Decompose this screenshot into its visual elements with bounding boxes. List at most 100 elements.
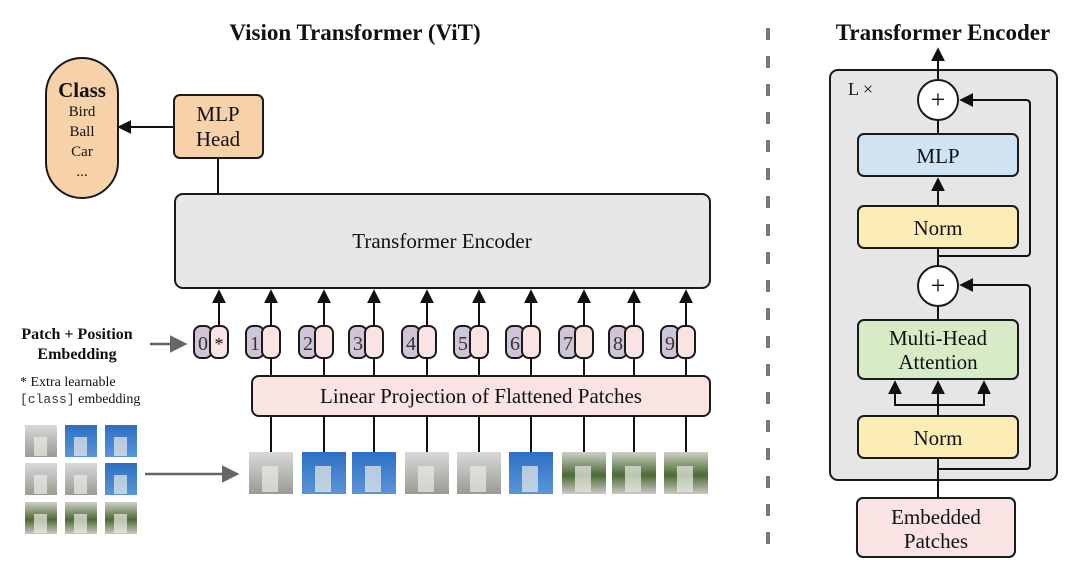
- mlp-head-line2: Head: [196, 127, 241, 151]
- token-pair: 5: [453, 289, 489, 376]
- grid-patch-detail: [74, 437, 87, 456]
- patch-embedding: [521, 325, 541, 359]
- norm-block-top: Norm: [857, 205, 1019, 249]
- patch-detail: [365, 466, 381, 492]
- image-patch-grid: [25, 425, 137, 534]
- grid-patch-detail: [114, 475, 127, 494]
- image-patch: [249, 416, 293, 494]
- patch-embedding: [574, 325, 594, 359]
- mha-line2: Attention: [898, 350, 978, 374]
- position-index: 6: [510, 333, 520, 355]
- mlp-head-line1: MLP: [196, 102, 239, 126]
- grid-patch: [105, 463, 137, 495]
- class-item: ...: [76, 164, 87, 180]
- token-pair: 9: [660, 289, 696, 376]
- patch-embedding: [624, 325, 644, 359]
- token-pair: 1: [245, 289, 281, 376]
- token-row: 0 * 1 2 3 4 5 6 7 8 9: [193, 289, 696, 376]
- image-patch: [664, 416, 708, 494]
- image-patch: [509, 416, 553, 494]
- position-index: 0: [198, 333, 208, 355]
- image-patch: [352, 416, 396, 494]
- image-patch: [457, 416, 501, 494]
- grid-patch-detail: [34, 475, 47, 494]
- plus-symbol: +: [931, 271, 946, 300]
- image-patch: [612, 416, 656, 494]
- position-index: 9: [665, 333, 675, 355]
- mlp-block: MLP: [857, 133, 1019, 177]
- patch-detail: [677, 466, 693, 492]
- embedded-line2: Patches: [904, 529, 968, 553]
- repeat-label: L ×: [848, 79, 873, 99]
- grid-patch: [25, 502, 57, 534]
- patch-embedding: [261, 325, 281, 359]
- class-item: Car: [71, 144, 93, 160]
- position-index: 1: [250, 333, 260, 355]
- residual-add-top: +: [917, 79, 959, 121]
- token-pair: 6: [505, 289, 541, 376]
- linear-projection-label: Linear Projection of Flattened Patches: [320, 384, 642, 408]
- position-index: 4: [406, 333, 416, 355]
- class-token-marker: *: [215, 334, 224, 354]
- grid-patch: [65, 425, 97, 457]
- class-note-code: [class]: [20, 392, 75, 407]
- vit-title: Vision Transformer (ViT): [229, 20, 480, 45]
- patch-detail: [522, 466, 538, 492]
- position-index: 7: [563, 333, 573, 355]
- transformer-encoder-label: Transformer Encoder: [352, 229, 531, 253]
- class-output-box: Class Bird Ball Car ...: [45, 57, 119, 199]
- grid-patch-detail: [34, 437, 47, 456]
- image-patch: [562, 416, 606, 494]
- patch-detail: [315, 466, 331, 492]
- token-pair: 0 *: [193, 289, 229, 359]
- encoder-detail-title: Transformer Encoder: [836, 20, 1050, 45]
- patch-detail: [262, 466, 278, 492]
- mlp-label: MLP: [916, 144, 959, 168]
- norm-top-label: Norm: [914, 216, 963, 240]
- class-item: Bird: [69, 104, 96, 120]
- grid-patch-detail: [114, 514, 127, 533]
- token-pair: 8: [608, 289, 644, 376]
- patch-detail: [625, 466, 641, 492]
- plus-symbol: +: [931, 85, 946, 114]
- multi-head-attention-block: Multi-Head Attention: [857, 319, 1019, 380]
- grid-patch-detail: [34, 514, 47, 533]
- class-heading: Class: [58, 78, 106, 102]
- patch-embedding: [469, 325, 489, 359]
- transformer-encoder-box: Transformer Encoder: [174, 193, 711, 289]
- grid-patch: [25, 463, 57, 495]
- grid-patch: [65, 502, 97, 534]
- grid-patch: [65, 463, 97, 495]
- class-item: Ball: [70, 124, 95, 140]
- grid-patch-detail: [114, 437, 127, 456]
- mlp-head-box: MLP Head: [173, 94, 264, 159]
- mha-line1: Multi-Head: [889, 326, 987, 350]
- patch-embedding: [417, 325, 437, 359]
- grid-patch-detail: [74, 514, 87, 533]
- norm-block-bottom: Norm: [857, 415, 1019, 459]
- patch-detail: [470, 466, 486, 492]
- token-pair: 4: [401, 289, 437, 376]
- token-pair: 2: [298, 289, 334, 376]
- embedded-line1: Embedded: [891, 505, 981, 529]
- grid-patch: [105, 425, 137, 457]
- patch-embedding: [676, 325, 696, 359]
- patch-embedding: [364, 325, 384, 359]
- image-patch: [302, 416, 346, 494]
- class-note-rest: embedding: [75, 392, 141, 407]
- position-index: 5: [458, 333, 468, 355]
- position-index: 3: [353, 333, 363, 355]
- embedding-label-line2: Embedding: [37, 346, 116, 363]
- position-index: 8: [613, 333, 623, 355]
- class-note-line1: * Extra learnable: [20, 375, 116, 390]
- token-pair: 3: [348, 289, 384, 376]
- patch-row: [249, 416, 708, 494]
- vit-diagram: Vision Transformer (ViT) Class Bird Ball…: [20, 20, 1058, 558]
- grid-patch-detail: [74, 475, 87, 494]
- embedded-patches-block: Embedded Patches: [856, 497, 1016, 558]
- linear-projection-box: Linear Projection of Flattened Patches: [251, 375, 711, 417]
- grid-patch: [105, 502, 137, 534]
- patch-detail: [575, 466, 591, 492]
- residual-add-middle: +: [917, 265, 959, 307]
- patch-embedding: [314, 325, 334, 359]
